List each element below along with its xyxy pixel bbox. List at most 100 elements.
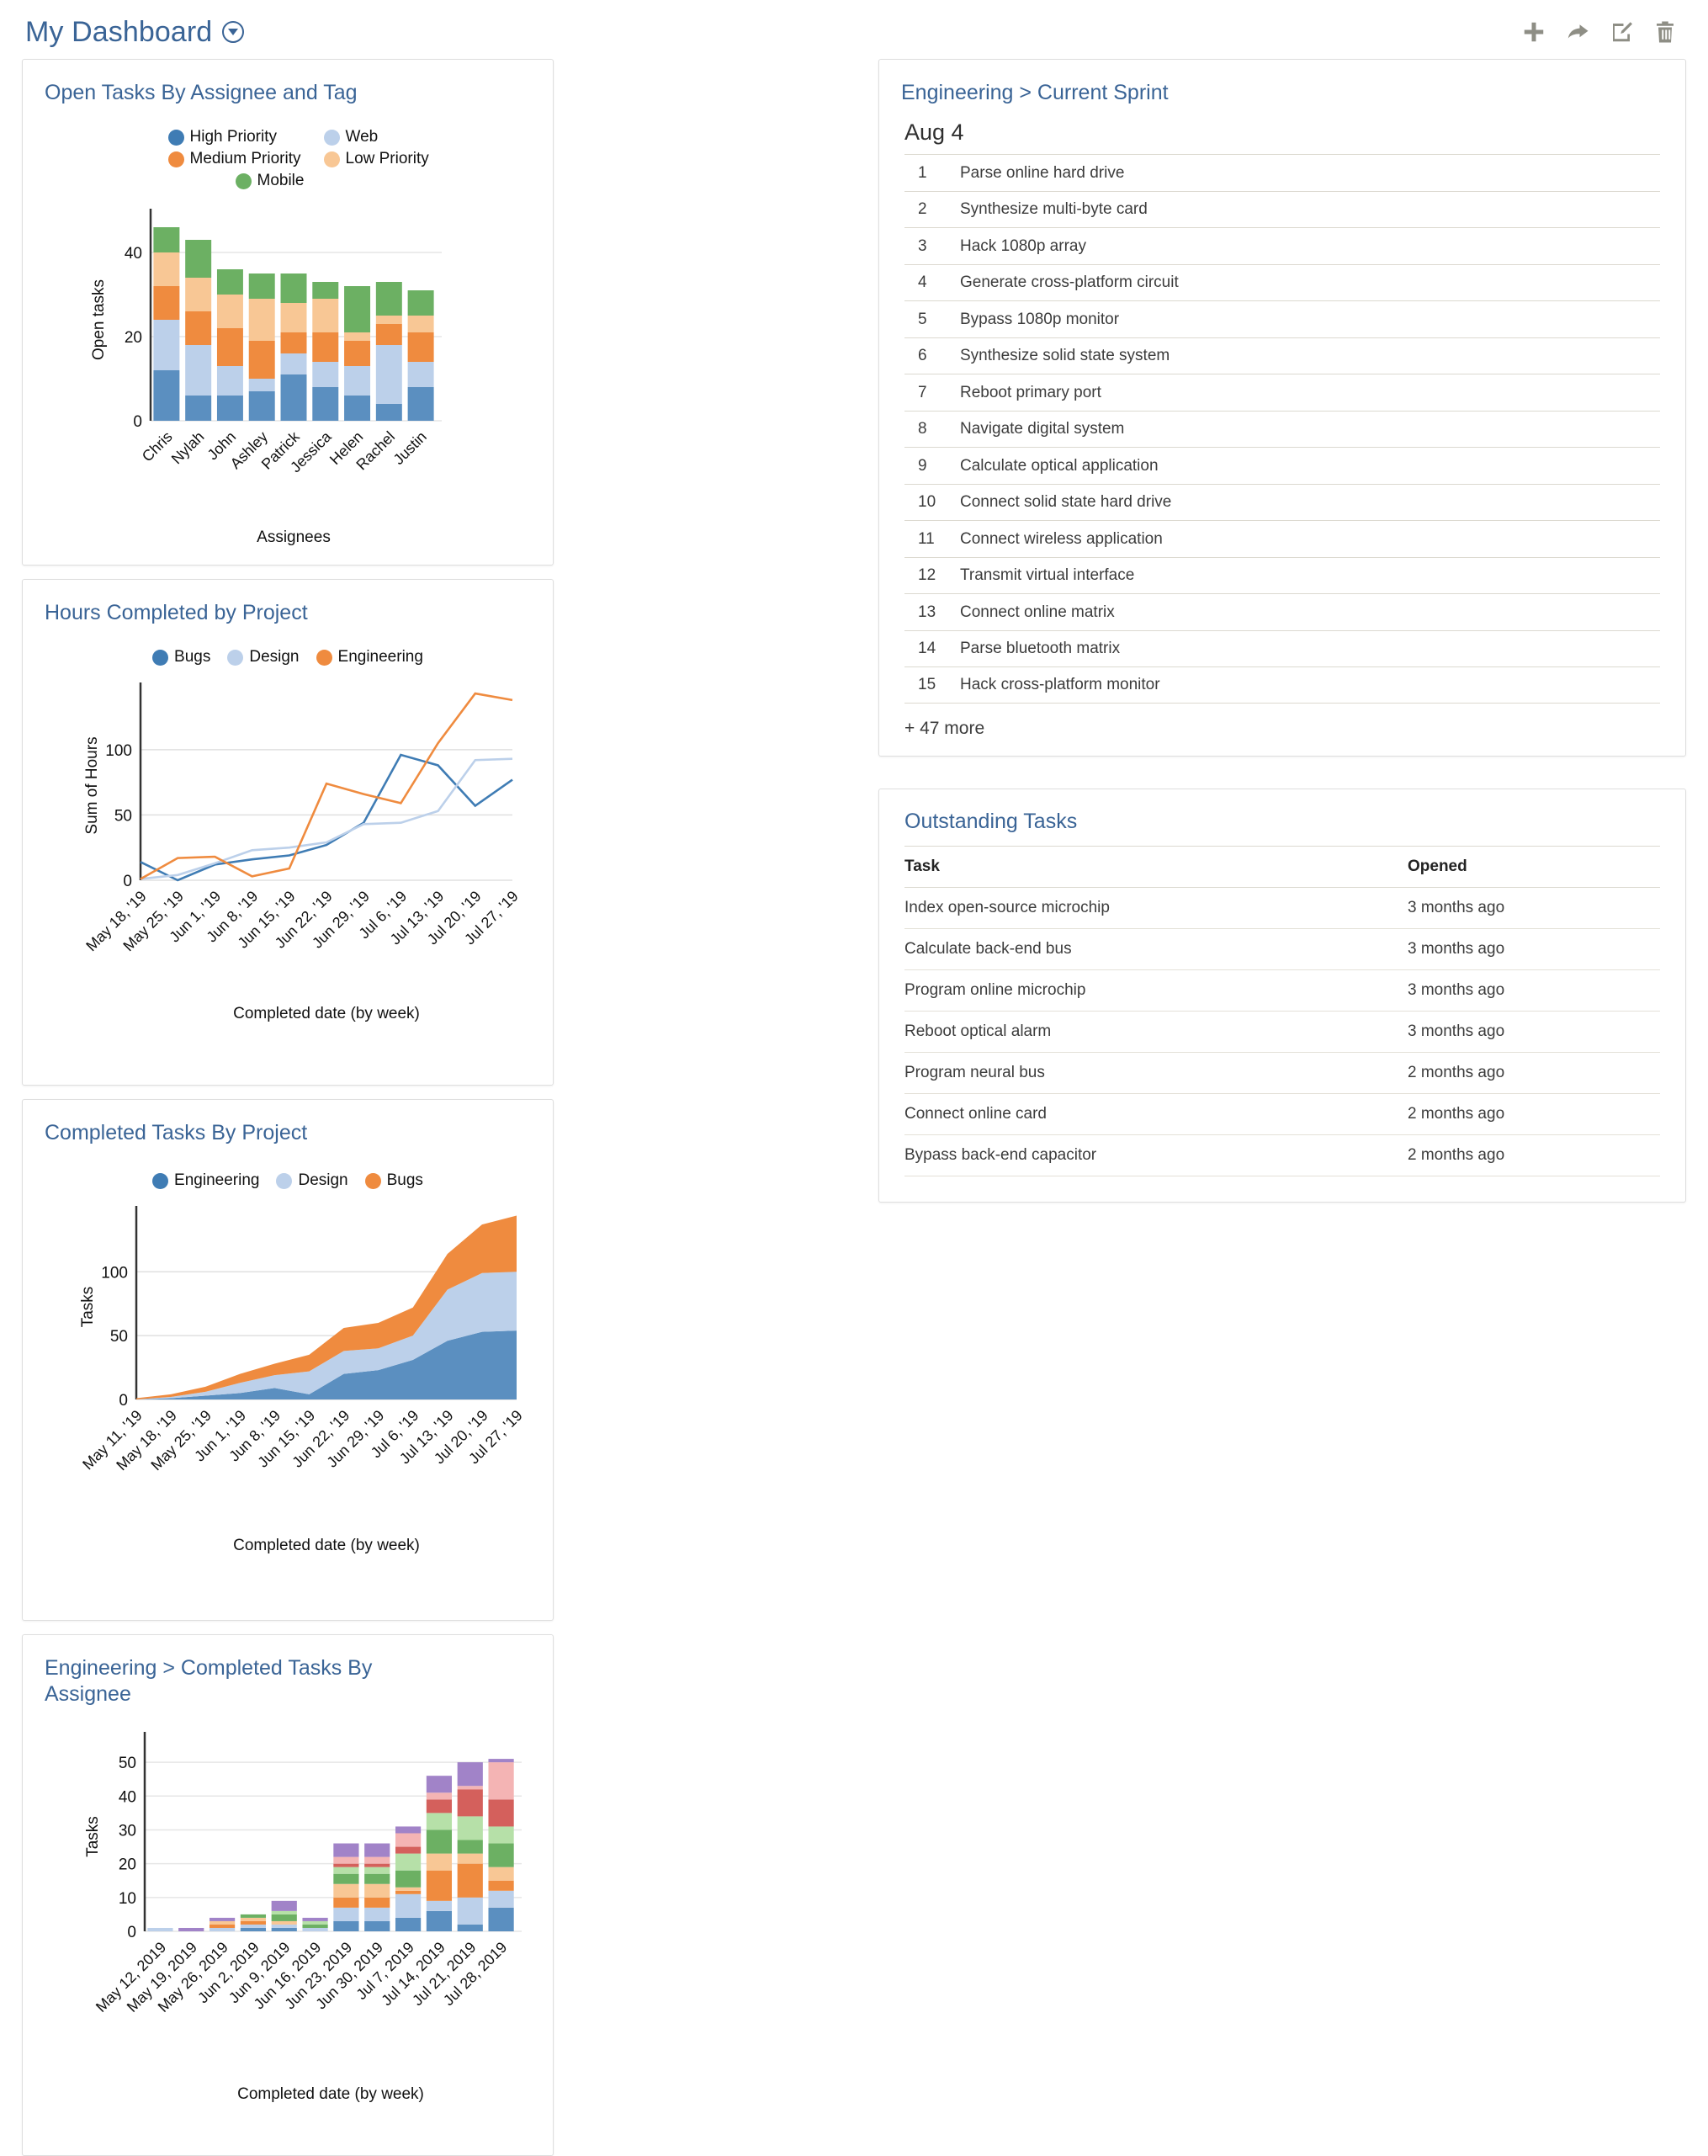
legend-item[interactable]: Engineering (152, 1171, 259, 1190)
sprint-task-row[interactable]: 9 Calculate optical application (904, 447, 1660, 484)
legend-swatch-icon (235, 173, 252, 189)
svg-text:Open tasks: Open tasks (90, 279, 108, 360)
legend-item[interactable]: Design (276, 1171, 348, 1190)
svg-text:Nylah: Nylah (168, 428, 208, 468)
table-row[interactable]: Calculate back-end bus 3 months ago (904, 928, 1660, 970)
sprint-task-number: 15 (918, 676, 936, 693)
charts-column: Open Tasks By Assignee and Tag High Prio… (22, 59, 863, 2156)
legend-item[interactable]: Bugs (364, 1171, 423, 1190)
legend-item[interactable]: Medium Priority (167, 150, 307, 168)
sprint-task-row[interactable]: 14 Parse bluetooth matrix (904, 629, 1660, 667)
cell-opened: 3 months ago (1408, 928, 1660, 970)
sprint-task-row[interactable]: 15 Hack cross-platform monitor (904, 666, 1660, 704)
legend-swatch-icon (167, 129, 184, 146)
sprint-task-row[interactable]: 6 Synthesize solid state system (904, 337, 1660, 374)
table-row[interactable]: Bypass back-end capacitor 2 months ago (904, 1134, 1660, 1176)
chart-legend: High Priority Web Medium Priority Low Pr… (124, 106, 485, 194)
cell-task: Connect online card (904, 1093, 1408, 1135)
sprint-task-row[interactable]: 1 Parse online hard drive (904, 154, 1660, 191)
legend-swatch-icon (323, 151, 340, 167)
column-header-opened[interactable]: Opened (1408, 845, 1660, 888)
sprint-task-name: Generate cross-platform circuit (960, 273, 1179, 291)
sprint-task-number: 13 (918, 603, 936, 621)
sprint-task-number: 7 (918, 383, 927, 401)
svg-text:50: 50 (119, 1755, 136, 1772)
cell-opened: 2 months ago (1408, 1052, 1660, 1094)
legend-label: Design (298, 1171, 348, 1190)
svg-text:30: 30 (119, 1822, 136, 1840)
edit-icon[interactable] (1609, 19, 1634, 45)
legend-label: Low Priority (345, 150, 429, 168)
card-open-tasks-by-assignee-and-tag: Open Tasks By Assignee and Tag High Prio… (22, 59, 554, 566)
sprint-task-name: Bypass 1080p monitor (960, 310, 1120, 328)
sprint-task-row[interactable]: 7 Reboot primary port (904, 374, 1660, 411)
sprint-task-row[interactable]: 10 Connect solid state hard drive (904, 483, 1660, 521)
table-row[interactable]: Program neural bus 2 months ago (904, 1052, 1660, 1094)
sprint-task-name: Navigate digital system (960, 420, 1125, 438)
card-title: Outstanding Tasks (904, 809, 1078, 833)
table-row[interactable]: Connect online card 2 months ago (904, 1093, 1660, 1135)
sprint-task-row[interactable]: 12 Transmit virtual interface (904, 556, 1660, 594)
dashboard-page: My Dashboard Open Tasks By Assignee and … (0, 0, 1708, 2156)
legend-label: Web (345, 128, 379, 146)
svg-text:100: 100 (101, 1265, 128, 1282)
chevron-down-circle-icon[interactable] (222, 21, 245, 43)
card-current-sprint: Engineering > Current Sprint Aug 4 1 Pars… (878, 59, 1686, 757)
card-title: Hours Completed by Project (45, 601, 308, 624)
sprint-more-link[interactable]: + 47 more (879, 704, 1685, 747)
sprint-task-row[interactable]: 3 Hack 1080p array (904, 227, 1660, 264)
cell-task: Index open-source microchip (904, 887, 1408, 929)
legend-item[interactable]: Design (227, 648, 300, 666)
card-title: Engineering > Current Sprint (901, 81, 1169, 104)
sprint-task-name: Hack cross-platform monitor (960, 676, 1160, 693)
sprint-task-row[interactable]: 5 Bypass 1080p monitor (904, 300, 1660, 337)
table-header-row: Task Opened (904, 845, 1660, 888)
legend-item[interactable]: Web (323, 128, 442, 146)
legend-swatch-icon (364, 1172, 381, 1189)
column-header-task[interactable]: Task (904, 845, 1408, 888)
legend-label: Bugs (174, 648, 211, 666)
sprint-task-name: Synthesize multi-byte card (960, 200, 1148, 218)
table-row[interactable]: Program online microchip 3 months ago (904, 969, 1660, 1012)
sprint-task-row[interactable]: 4 Generate cross-platform circuit (904, 263, 1660, 301)
legend-swatch-icon (323, 129, 340, 146)
sprint-task-row[interactable]: 2 Synthesize multi-byte card (904, 190, 1660, 228)
sprint-task-number: 3 (918, 236, 927, 255)
sprint-task-number: 10 (918, 493, 936, 511)
dashboard-title-group[interactable]: My Dashboard (25, 16, 245, 49)
table-row[interactable]: Reboot optical alarm 3 months ago (904, 1011, 1660, 1053)
trash-icon[interactable] (1652, 19, 1678, 45)
sprint-task-name: Parse bluetooth matrix (960, 640, 1121, 657)
svg-text:Sum of Hours: Sum of Hours (83, 737, 101, 835)
legend-item[interactable]: High Priority (167, 128, 307, 146)
svg-text:10: 10 (119, 1889, 136, 1907)
sprint-task-list: 1 Parse online hard drive 2 Synthesize mult… (879, 154, 1685, 704)
share-icon[interactable] (1565, 19, 1590, 45)
cell-task: Program online microchip (904, 969, 1408, 1012)
svg-text:0: 0 (133, 413, 142, 431)
chart-legend: Bugs Design Engineering (23, 626, 553, 670)
legend-item[interactable]: Bugs (152, 648, 210, 666)
legend-item[interactable]: Mobile (235, 172, 374, 190)
chart-hours-completed: Bugs Design Engineering 0 50 100 May 18, '1… (23, 626, 553, 1028)
sprint-task-row[interactable]: 11 Connect wireless application (904, 520, 1660, 557)
legend-item[interactable]: Engineering (316, 648, 423, 666)
sprint-task-row[interactable]: 8 Navigate digital system (904, 410, 1660, 448)
table-row[interactable]: Index open-source microchip 3 months ago (904, 887, 1660, 929)
legend-swatch-icon (316, 649, 332, 666)
legend-swatch-icon (152, 1172, 169, 1189)
sprint-task-number: 12 (918, 566, 936, 584)
legend-swatch-icon (227, 649, 244, 666)
sprint-task-number: 5 (918, 310, 927, 328)
chart-canvas: 01020304050May 12, 2019May 19, 2019May 2… (84, 1731, 522, 2103)
svg-text:50: 50 (110, 1328, 128, 1346)
card-completed-tasks-by-project: Completed Tasks By Project Engineering D… (22, 1099, 554, 1621)
legend-item[interactable]: Low Priority (323, 150, 442, 168)
sprint-task-number: 2 (918, 200, 927, 218)
card-title: Engineering > Completed Tasks By Assigne… (45, 1656, 373, 1707)
add-icon[interactable] (1521, 19, 1546, 45)
sprint-task-number: 6 (918, 347, 927, 364)
cell-opened: 3 months ago (1408, 887, 1660, 929)
svg-text:20: 20 (119, 1856, 136, 1873)
sprint-task-row[interactable]: 13 Connect online matrix (904, 593, 1660, 630)
